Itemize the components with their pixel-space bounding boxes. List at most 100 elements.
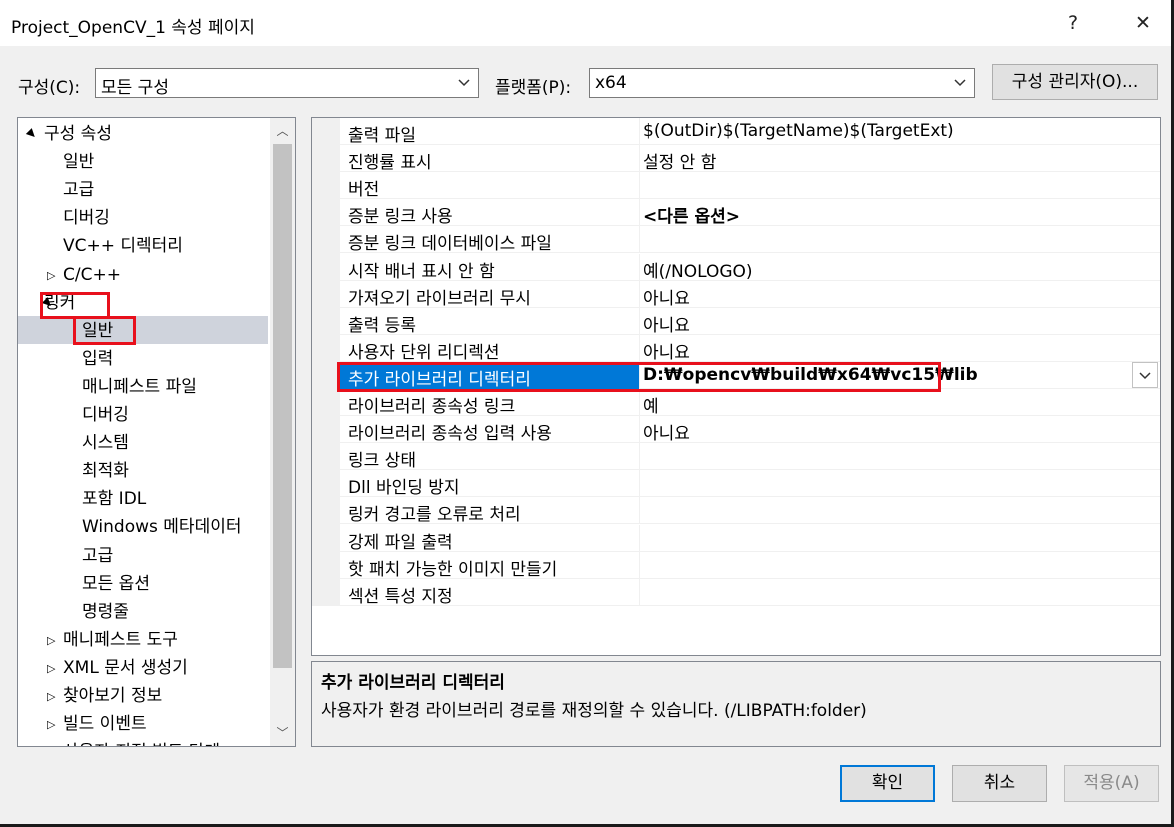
value-dropdown-button[interactable] bbox=[1132, 362, 1158, 388]
tree-scrollbar[interactable]: ︿ ﹀ bbox=[270, 118, 295, 746]
scrollbar-thumb[interactable] bbox=[273, 144, 292, 668]
property-row[interactable]: 강제 파일 출력 bbox=[340, 524, 1160, 553]
tree-item[interactable]: 찾아보기 정보 bbox=[63, 683, 162, 709]
property-row[interactable]: 섹션 특성 지정 bbox=[340, 578, 1160, 607]
property-row[interactable]: 증분 링크 사용 <다른 옵션> bbox=[340, 199, 1160, 227]
config-combo[interactable]: 모든 구성 bbox=[95, 68, 479, 98]
property-row[interactable]: 핫 패치 가능한 이미지 만들기 bbox=[340, 551, 1160, 580]
tree-item[interactable]: Windows 메타데이터 bbox=[82, 514, 242, 540]
expand-arrow-icon[interactable]: ▷ bbox=[47, 718, 55, 731]
property-name: 라이브러리 종속성 입력 사용 bbox=[348, 424, 552, 445]
property-value[interactable]: <다른 옵션> bbox=[643, 202, 740, 227]
property-row[interactable]: 출력 등록 아니요 bbox=[340, 307, 1160, 336]
scroll-up-icon[interactable]: ︿ bbox=[270, 118, 295, 144]
close-button[interactable]: ✕ bbox=[1126, 9, 1160, 37]
tree-item[interactable]: 포함 IDL bbox=[82, 486, 146, 512]
property-row[interactable]: 라이브러리 종속성 입력 사용 아니요 bbox=[340, 416, 1160, 445]
column-divider bbox=[639, 172, 640, 200]
tree-item[interactable]: 사용자 지정 빌드 단계 bbox=[63, 739, 220, 746]
property-name: 증분 링크 데이터베이스 파일 bbox=[348, 234, 552, 255]
tree-item[interactable]: 매니페스트 파일 bbox=[82, 374, 197, 400]
tree-item[interactable]: 고급 bbox=[82, 543, 113, 569]
property-name: 출력 등록 bbox=[348, 315, 416, 336]
property-row[interactable]: Dll 바인딩 방지 bbox=[340, 470, 1160, 499]
tree-item[interactable]: 최적화 bbox=[82, 458, 129, 484]
property-value[interactable]: 아니요 bbox=[643, 338, 690, 363]
tree-item[interactable]: 고급 bbox=[63, 177, 94, 203]
property-row[interactable]: 출력 파일 $(OutDir)$(TargetName)$(TargetExt) bbox=[340, 118, 1160, 146]
property-row[interactable]: 사용자 단위 리디렉션 아니요 bbox=[340, 334, 1160, 363]
apply-button[interactable]: 적용(A) bbox=[1064, 765, 1159, 802]
window-title: Project_OpenCV_1 속성 페이지 bbox=[11, 18, 255, 38]
tree-item[interactable]: 일반 bbox=[63, 149, 94, 175]
tree-item[interactable]: 구성 속성 bbox=[44, 121, 112, 147]
cancel-button[interactable]: 취소 bbox=[952, 765, 1047, 802]
tree-item[interactable]: XML 문서 생성기 bbox=[63, 655, 188, 681]
property-value[interactable]: 예 bbox=[643, 392, 659, 417]
property-value[interactable]: 아니요 bbox=[643, 311, 690, 336]
column-divider bbox=[639, 578, 640, 606]
property-row[interactable]: 버전 bbox=[340, 172, 1160, 200]
help-button[interactable]: ? bbox=[1056, 9, 1090, 37]
column-divider bbox=[639, 443, 640, 471]
column-divider bbox=[639, 389, 640, 416]
chevron-down-icon bbox=[954, 79, 966, 87]
expand-arrow-icon[interactable]: ▷ bbox=[47, 662, 55, 675]
tree-item[interactable]: 시스템 bbox=[82, 430, 129, 456]
column-divider bbox=[639, 280, 640, 308]
tree-item[interactable]: 모든 옵션 bbox=[82, 571, 150, 597]
property-value[interactable]: $(OutDir)$(TargetName)$(TargetExt) bbox=[643, 121, 954, 141]
expand-arrow-icon[interactable]: ▷ bbox=[47, 269, 55, 282]
tree-item[interactable]: 디버깅 bbox=[63, 205, 110, 231]
config-value: 모든 구성 bbox=[101, 78, 169, 98]
chevron-down-icon bbox=[1139, 372, 1151, 380]
expand-arrow-icon[interactable]: ▷ bbox=[47, 690, 55, 703]
property-row[interactable]: 시작 배너 표시 안 함 예(/NOLOGO) bbox=[340, 253, 1160, 282]
property-row[interactable]: 라이브러리 종속성 링크 예 bbox=[340, 389, 1160, 417]
property-name: 진행률 표시 bbox=[348, 153, 432, 174]
property-value[interactable]: 설정 안 함 bbox=[643, 148, 716, 173]
property-name: 가져오기 라이브러리 무시 bbox=[348, 288, 531, 309]
annotation-box-linker bbox=[40, 292, 110, 319]
property-name: 강제 파일 출력 bbox=[348, 532, 453, 553]
expand-arrow-icon[interactable]: ▷ bbox=[47, 634, 55, 647]
column-divider bbox=[639, 524, 640, 552]
property-row[interactable]: 링크 상태 bbox=[340, 443, 1160, 471]
column-divider bbox=[639, 416, 640, 444]
property-name: 출력 파일 bbox=[348, 126, 416, 146]
expand-arrow-icon[interactable]: ▷ bbox=[47, 746, 55, 747]
property-name: Dll 바인딩 방지 bbox=[348, 478, 460, 499]
property-value[interactable]: 예(/NOLOGO) bbox=[643, 257, 753, 282]
tree-item[interactable]: 디버깅 bbox=[82, 402, 129, 428]
tree-item[interactable]: 매니페스트 도구 bbox=[63, 627, 178, 653]
property-name: 섹션 특성 지정 bbox=[348, 586, 453, 607]
config-label: 구성(C): bbox=[18, 78, 81, 98]
property-row[interactable]: 진행률 표시 설정 안 함 bbox=[340, 145, 1160, 174]
tree-item[interactable]: C/C++ bbox=[63, 262, 121, 288]
tree-item[interactable]: VC++ 디렉터리 bbox=[63, 233, 183, 259]
property-row[interactable]: 증분 링크 데이터베이스 파일 bbox=[340, 226, 1160, 255]
column-divider bbox=[639, 551, 640, 579]
grid-gutter bbox=[312, 118, 340, 606]
property-name: 링커 경고를 오류로 처리 bbox=[348, 505, 521, 526]
property-row[interactable]: 링커 경고를 오류로 처리 bbox=[340, 497, 1160, 526]
platform-combo[interactable]: x64 bbox=[589, 68, 975, 98]
scroll-down-icon[interactable]: ﹀ bbox=[270, 720, 295, 746]
column-divider bbox=[639, 307, 640, 335]
property-name: 시작 배너 표시 안 함 bbox=[348, 261, 495, 282]
tree-item[interactable]: 입력 bbox=[82, 346, 113, 372]
collapse-arrow-icon[interactable]: ▲ bbox=[25, 127, 40, 142]
property-row[interactable]: 가져오기 라이브러리 무시 아니요 bbox=[340, 280, 1160, 309]
column-divider bbox=[639, 226, 640, 254]
config-manager-button[interactable]: 구성 관리자(O)... bbox=[992, 64, 1158, 100]
platform-value: x64 bbox=[595, 73, 627, 93]
column-divider bbox=[639, 497, 640, 525]
description-panel: 추가 라이브러리 디렉터리 사용자가 환경 라이브러리 경로를 재정의할 수 있… bbox=[311, 661, 1161, 747]
property-value[interactable]: 아니요 bbox=[643, 419, 690, 444]
column-divider bbox=[639, 145, 640, 173]
annotation-box-general bbox=[73, 316, 136, 345]
property-value[interactable]: 아니요 bbox=[643, 284, 690, 309]
tree-item[interactable]: 빌드 이벤트 bbox=[63, 711, 147, 737]
ok-button[interactable]: 확인 bbox=[840, 765, 935, 802]
tree-item[interactable]: 명령줄 bbox=[82, 599, 129, 625]
